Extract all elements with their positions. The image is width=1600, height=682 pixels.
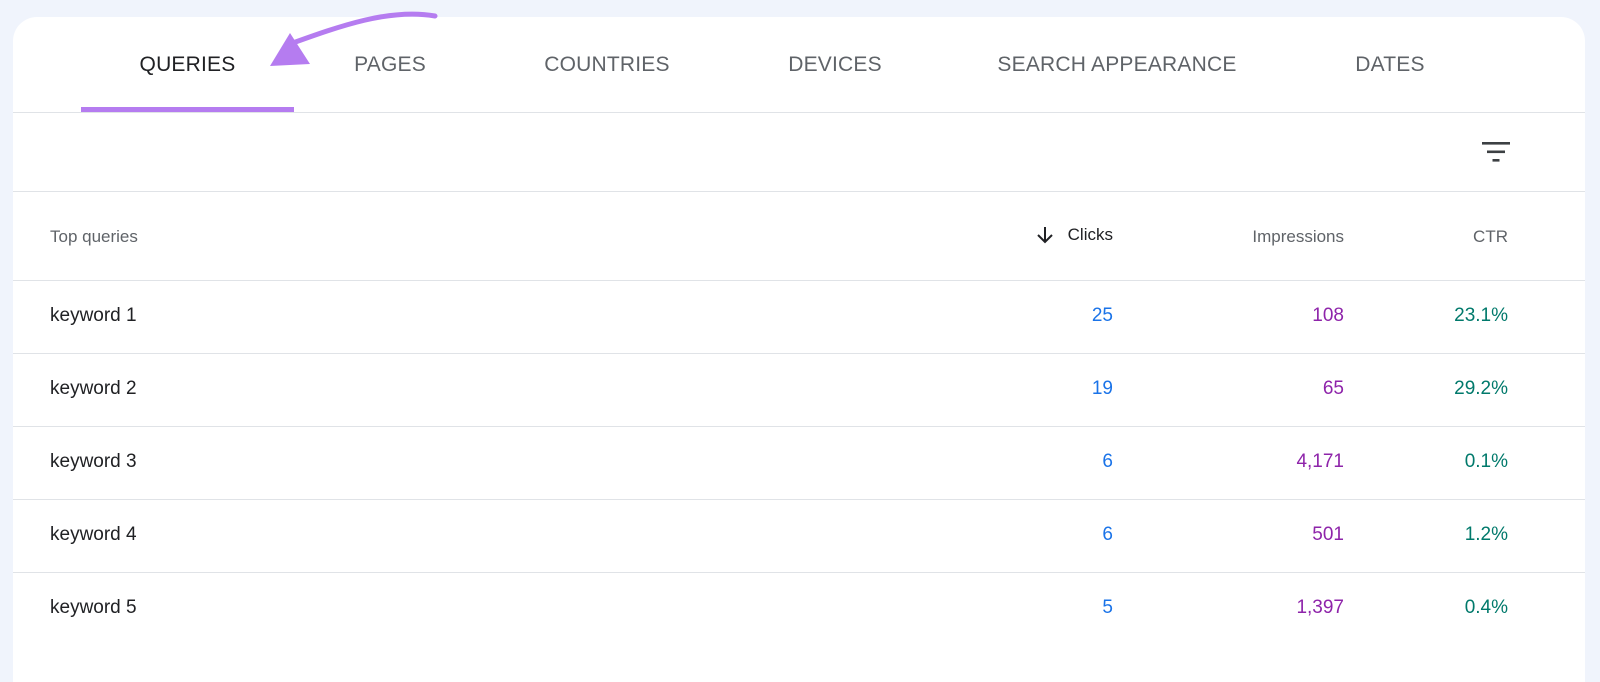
filter-icon (1482, 142, 1510, 162)
ctr-cell: 0.4% (1464, 597, 1508, 618)
impressions-cell: 501 (1312, 524, 1344, 545)
column-header-clicks[interactable]: Clicks (1036, 225, 1113, 245)
ctr-cell: 0.1% (1464, 451, 1508, 472)
clicks-cell: 6 (1102, 451, 1113, 472)
clicks-cell: 6 (1102, 524, 1113, 545)
impressions-cell: 1,397 (1296, 597, 1344, 618)
column-header-impressions[interactable]: Impressions (1252, 227, 1344, 247)
impressions-cell: 4,171 (1296, 451, 1344, 472)
impressions-cell: 65 (1322, 378, 1344, 399)
tab-search-appearance[interactable]: SEARCH APPEARANCE (979, 17, 1255, 113)
clicks-cell: 5 (1102, 597, 1113, 618)
tab-devices[interactable]: DEVICES (755, 17, 915, 113)
ctr-cell: 23.1% (1454, 305, 1508, 326)
tab-queries[interactable]: QUERIES (81, 17, 294, 113)
table-row[interactable]: keyword 1 25 108 23.1% (13, 281, 1585, 354)
active-tab-indicator (81, 107, 294, 112)
filter-button[interactable] (1471, 127, 1521, 177)
tab-pages[interactable]: PAGES (294, 17, 486, 113)
query-cell: keyword 3 (50, 451, 137, 472)
filter-bar (13, 113, 1585, 192)
clicks-header-label: Clicks (1067, 225, 1113, 244)
table-row[interactable]: keyword 5 5 1,397 0.4% (13, 573, 1585, 646)
query-cell: keyword 4 (50, 524, 137, 545)
table-row[interactable]: keyword 2 19 65 29.2% (13, 354, 1585, 427)
clicks-cell: 19 (1091, 378, 1113, 399)
tab-countries[interactable]: COUNTRIES (518, 17, 696, 113)
impressions-cell: 108 (1312, 305, 1344, 326)
query-cell: keyword 5 (50, 597, 137, 618)
clicks-cell: 25 (1091, 305, 1113, 326)
table-row[interactable]: keyword 4 6 501 1.2% (13, 500, 1585, 573)
arrow-down-icon (1036, 227, 1053, 244)
query-cell: keyword 1 (50, 305, 137, 326)
tab-bar: QUERIES PAGES COUNTRIES DEVICES SEARCH A… (13, 17, 1585, 113)
table-header: Top queries Clicks Impressions CTR (13, 192, 1585, 281)
ctr-cell: 1.2% (1464, 524, 1508, 545)
column-header-ctr[interactable]: CTR (1473, 227, 1508, 247)
column-header-query: Top queries (50, 227, 138, 246)
table-row[interactable]: keyword 3 6 4,171 0.1% (13, 427, 1585, 500)
performance-card: QUERIES PAGES COUNTRIES DEVICES SEARCH A… (13, 17, 1585, 682)
query-cell: keyword 2 (50, 378, 137, 399)
tab-dates[interactable]: DATES (1323, 17, 1457, 113)
ctr-cell: 29.2% (1454, 378, 1508, 399)
